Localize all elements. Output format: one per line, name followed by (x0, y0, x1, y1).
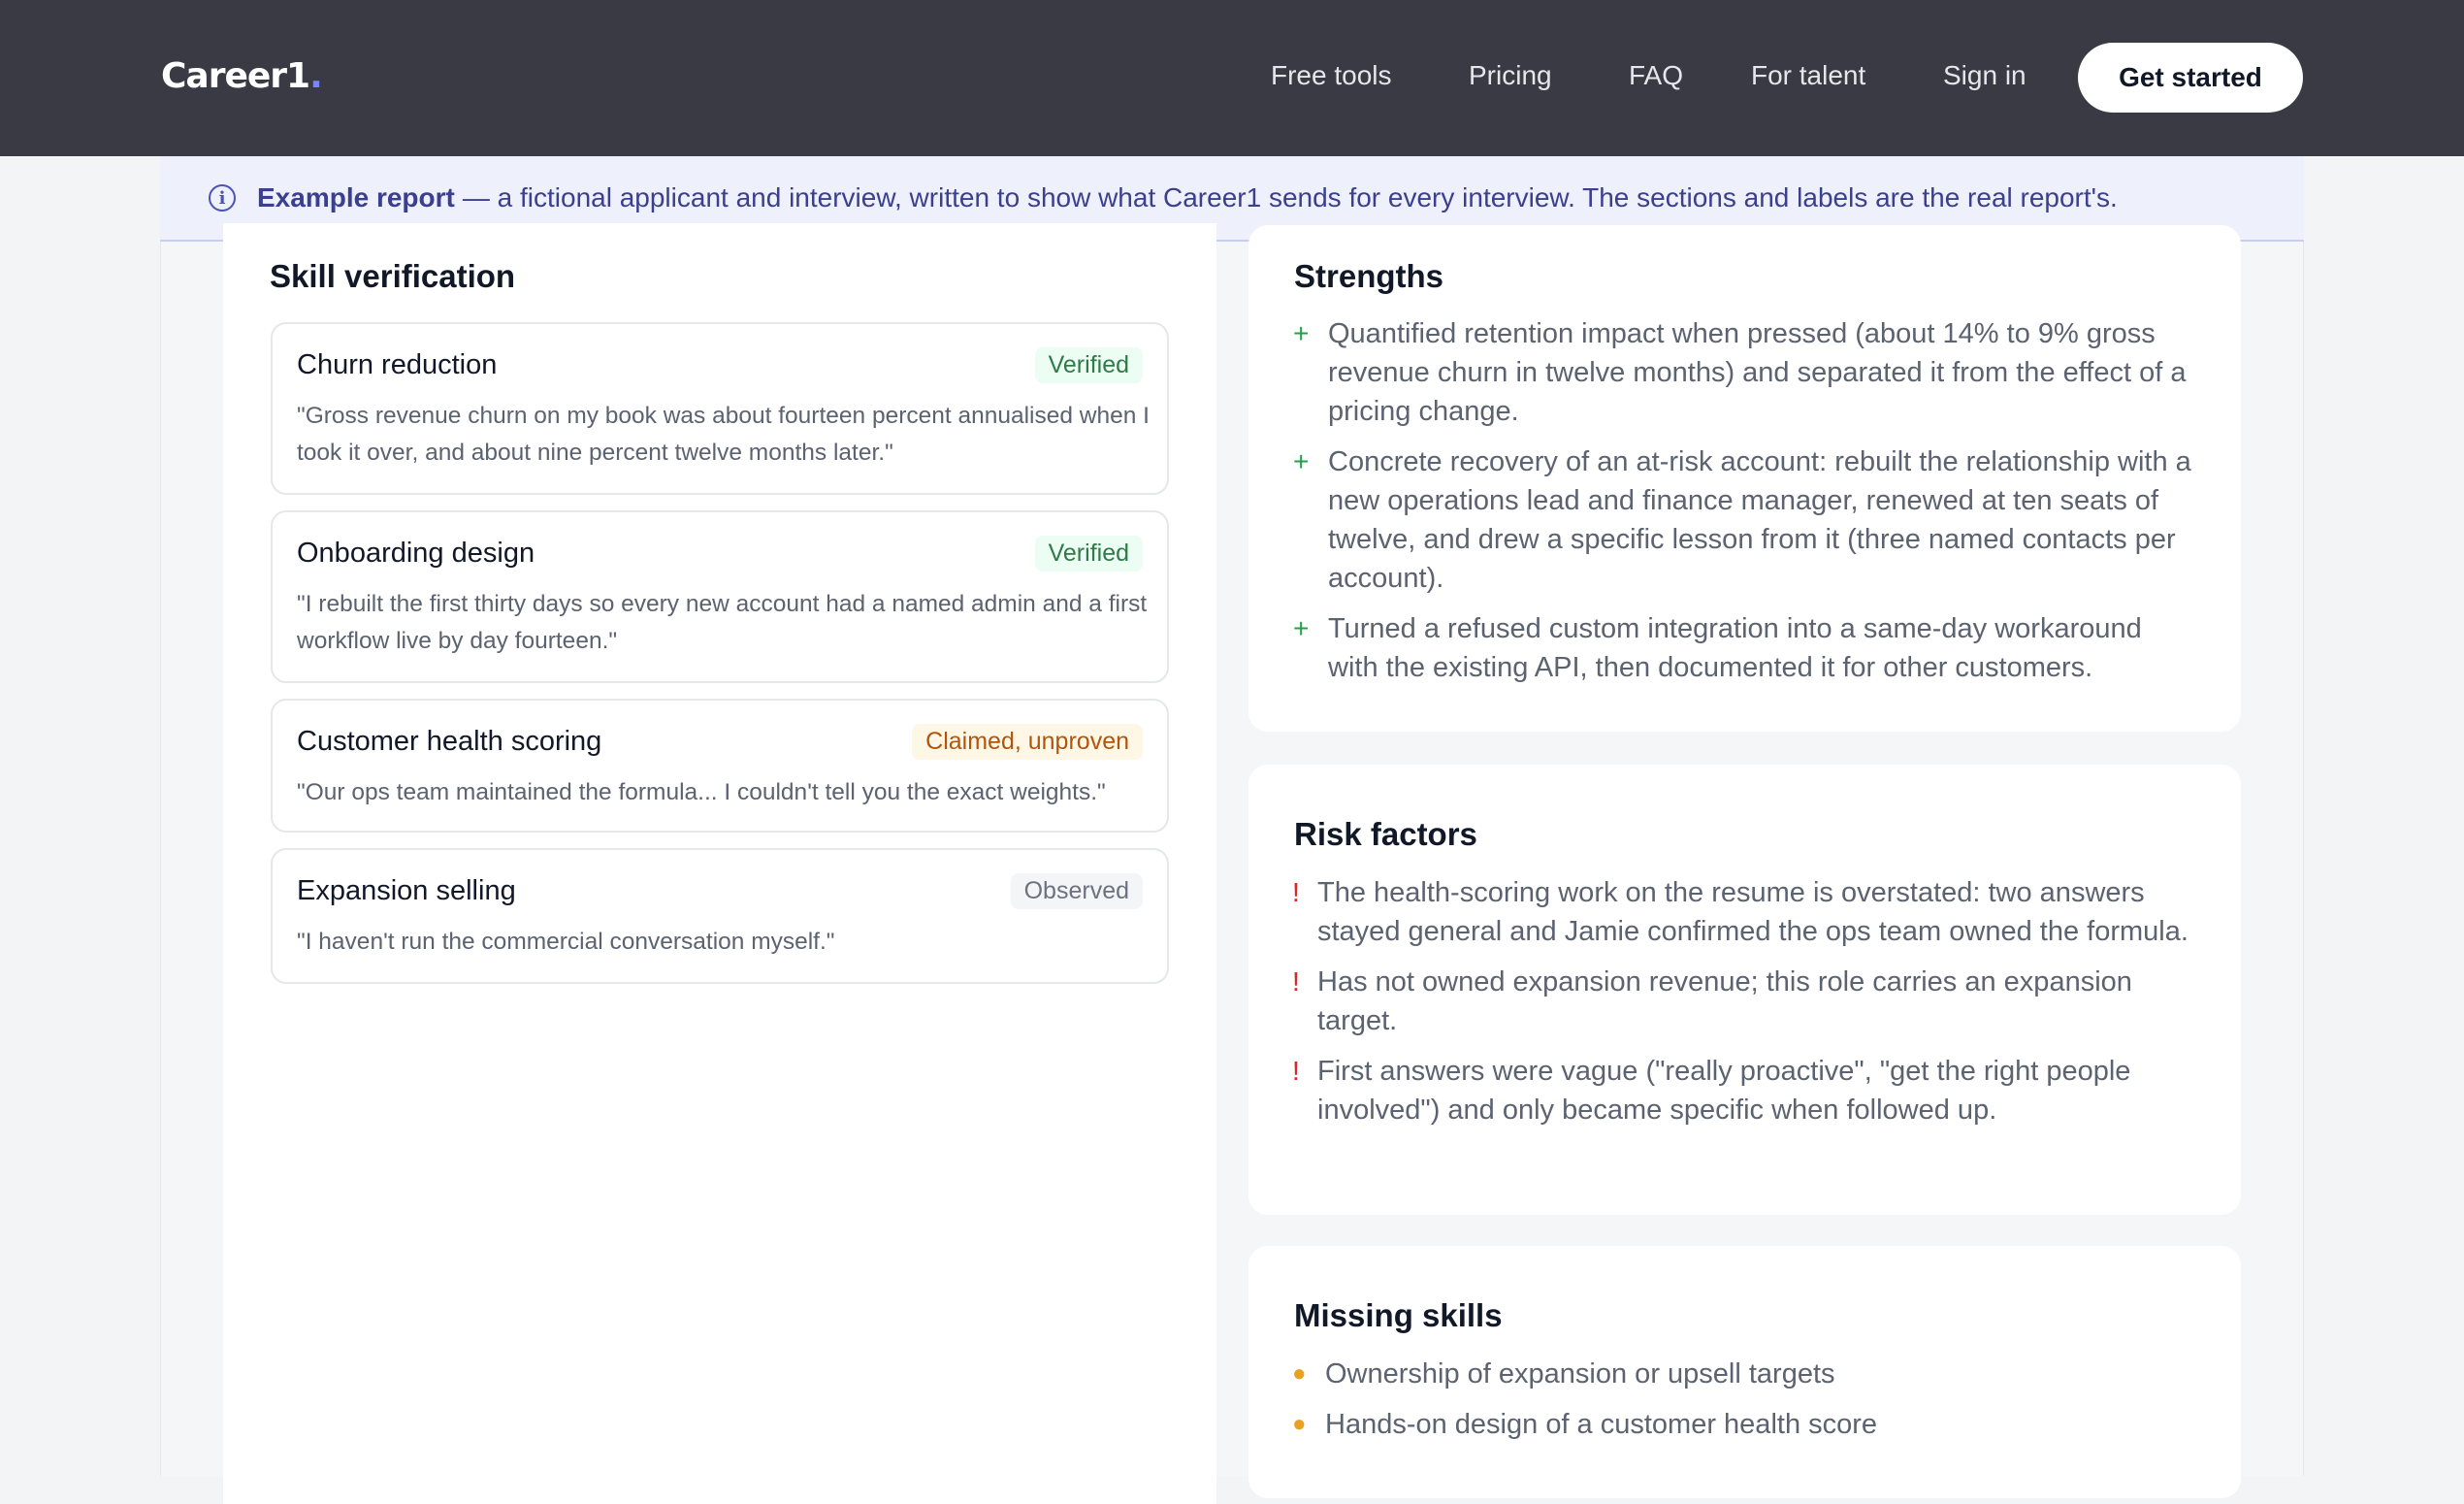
list-item: + Turned a refused custom integration int… (1293, 609, 2191, 687)
skill-card-expansion-selling: Expansion selling Observed "I haven't ru… (271, 848, 1169, 984)
strength-text: Quantified retention impact when pressed… (1328, 318, 2187, 427)
plus-icon: + (1293, 318, 1310, 348)
strengths-title: Strengths (1294, 258, 1444, 294)
top-nav-bar: Career1. Free tools Pricing FAQ For tale… (0, 0, 2464, 156)
missing-skill-text: Ownership of expansion or upsell targets (1325, 1358, 1835, 1390)
bullet-dot-icon: ● (1292, 1360, 1307, 1387)
skill-quote: "Our ops team maintained the formula... … (297, 779, 1106, 805)
nav-sign-in[interactable]: Sign in (1943, 60, 2026, 91)
list-item: ● Hands-on design of a customer health sc… (1292, 1405, 2198, 1444)
skill-name: Expansion selling (297, 875, 516, 906)
risk-text: Has not owned expansion revenue; this ro… (1317, 966, 2132, 1036)
status-badge: Verified (1034, 536, 1143, 572)
status-badge: Verified (1034, 347, 1143, 383)
get-started-button[interactable]: Get started (2078, 43, 2303, 113)
info-icon: i (209, 184, 236, 212)
plus-icon: + (1293, 446, 1310, 476)
skill-name: Churn reduction (297, 349, 498, 380)
risk-text: First answers were vague ("really proact… (1317, 1056, 2131, 1126)
risk-text: The health-scoring work on the resume is… (1317, 877, 2188, 947)
skill-quote: "I haven't run the commercial conversati… (297, 929, 835, 955)
risk-factors-list: ! The health-scoring work on the resume i… (1292, 873, 2190, 1141)
missing-skill-text: Hands-on design of a customer health sco… (1325, 1409, 1878, 1440)
exclamation-icon: ! (1292, 966, 1300, 997)
status-badge: Observed (1010, 873, 1143, 909)
banner-title: Example report (257, 182, 455, 213)
banner-text: — a fictional applicant and interview, w… (462, 182, 2118, 213)
list-item: + Quantified retention impact when presse… (1293, 314, 2191, 431)
exclamation-icon: ! (1292, 1056, 1300, 1086)
career1-logo[interactable]: Career1. (161, 56, 323, 96)
list-item: ! The health-scoring work on the resume i… (1292, 873, 2190, 951)
strengths-list: + Quantified retention impact when presse… (1293, 314, 2191, 699)
skill-card-churn-reduction: Churn reduction Verified "Gross revenue … (271, 322, 1169, 495)
nav-pricing[interactable]: Pricing (1469, 60, 1552, 91)
plus-icon: + (1293, 613, 1310, 643)
nav-for-talent[interactable]: For talent (1751, 60, 1865, 91)
list-item: ● Ownership of expansion or upsell target… (1292, 1355, 2198, 1393)
logo-text: Career1 (161, 56, 310, 96)
risk-factors-title: Risk factors (1294, 816, 1477, 852)
logo-dot: . (309, 56, 323, 96)
list-item: ! Has not owned expansion revenue; this r… (1292, 963, 2190, 1040)
missing-skills-list: ● Ownership of expansion or upsell target… (1292, 1355, 2198, 1455)
list-item: ! First answers were vague ("really proac… (1292, 1052, 2190, 1129)
list-item: + Concrete recovery of an at-risk account… (1293, 442, 2191, 598)
bullet-dot-icon: ● (1292, 1411, 1307, 1437)
nav-free-tools[interactable]: Free tools (1271, 60, 1392, 91)
exclamation-icon: ! (1292, 877, 1300, 907)
strength-text: Concrete recovery of an at-risk account:… (1328, 446, 2191, 594)
skill-name: Onboarding design (297, 538, 535, 569)
missing-skills-title: Missing skills (1294, 1297, 1503, 1333)
nav-faq[interactable]: FAQ (1629, 60, 1683, 91)
skill-card-customer-health-scoring: Customer health scoring Claimed, unprove… (271, 699, 1169, 833)
skill-verification-title: Skill verification (270, 258, 516, 294)
skill-quote: "I rebuilt the first thirty days so ever… (297, 591, 1148, 654)
skill-card-onboarding-design: Onboarding design Verified "I rebuilt th… (271, 510, 1169, 683)
skill-name: Customer health scoring (297, 726, 602, 757)
strength-text: Turned a refused custom integration into… (1328, 613, 2142, 683)
status-badge: Claimed, unproven (912, 724, 1143, 760)
skill-quote: "Gross revenue churn on my book was abou… (297, 403, 1150, 466)
